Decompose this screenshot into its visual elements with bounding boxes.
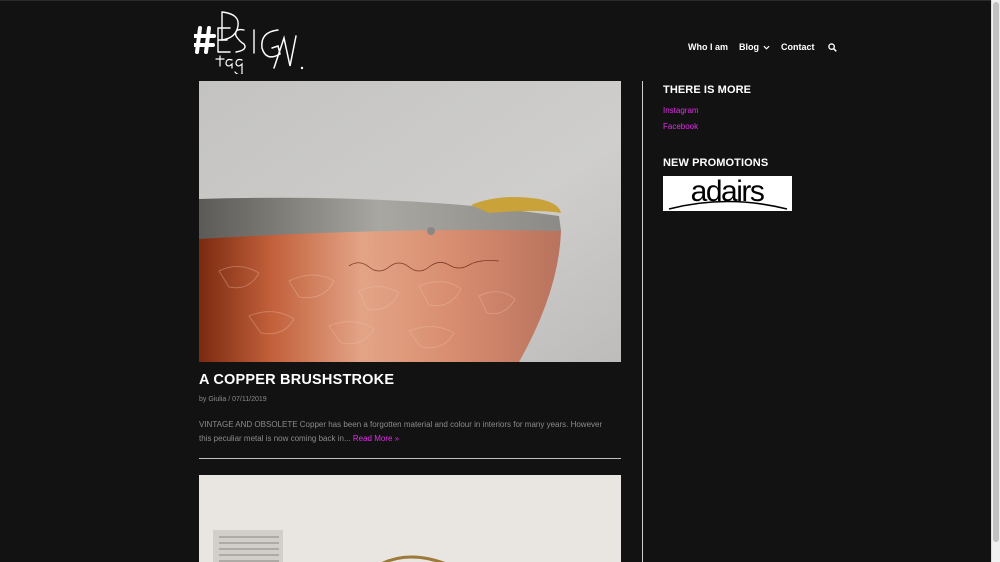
main-nav: Who I am Blog Contact — [688, 40, 837, 54]
post-featured-image[interactable] — [199, 81, 621, 362]
adairs-ad-banner[interactable]: adairs — [663, 176, 792, 211]
post-featured-image-2[interactable] — [199, 475, 621, 562]
post-meta: by Giulia / 07/11/2019 — [199, 396, 267, 403]
post-divider — [199, 458, 621, 459]
post-date: 07/11/2019 — [232, 396, 267, 403]
nav-blog[interactable]: Blog — [739, 42, 770, 52]
nav-contact[interactable]: Contact — [781, 42, 815, 52]
nav-who-i-am[interactable]: Who I am — [688, 42, 728, 52]
top-border — [0, 0, 991, 1]
facebook-link[interactable]: Facebook — [663, 122, 698, 131]
meta-separator: / — [228, 396, 231, 403]
read-more-link[interactable]: Read More » — [353, 434, 399, 443]
adairs-logo: adairs — [668, 176, 788, 210]
scrollbar-thumb[interactable] — [993, 2, 999, 542]
page-scrollbar[interactable] — [991, 0, 1000, 562]
excerpt-line-2: this peculiar metal is now coming back i… — [199, 434, 351, 443]
search-icon[interactable] — [827, 42, 837, 52]
nav-blog-label: Blog — [739, 42, 759, 52]
widget-title-more: THERE IS MORE — [663, 84, 752, 96]
post-title[interactable]: A COPPER BRUSHSTROKE — [199, 372, 394, 388]
site-logo[interactable] — [194, 8, 308, 74]
instagram-link[interactable]: Instagram — [663, 106, 699, 115]
meta-by: by — [199, 396, 207, 403]
post-author[interactable]: Giulia — [208, 396, 226, 403]
excerpt-line-1: VINTAGE AND OBSOLETE Copper has been a f… — [199, 420, 603, 429]
chevron-down-icon — [763, 45, 770, 50]
sidebar-divider — [642, 81, 643, 562]
widget-title-promotions: NEW PROMOTIONS — [663, 157, 769, 169]
post-excerpt: VINTAGE AND OBSOLETE Copper has been a f… — [199, 418, 621, 446]
